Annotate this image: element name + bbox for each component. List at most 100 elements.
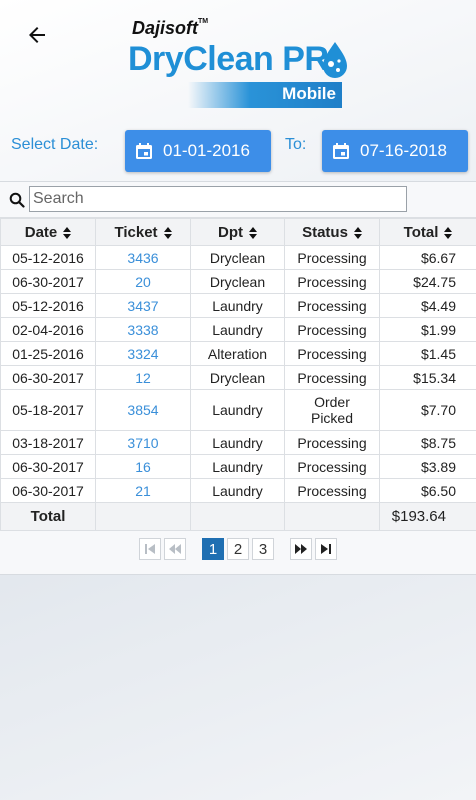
ticket-link[interactable]: 16 bbox=[95, 454, 191, 479]
next-page-button[interactable] bbox=[290, 538, 312, 560]
edition-banner: Mobile bbox=[188, 82, 342, 108]
status-cell: Processing bbox=[284, 365, 380, 390]
table-row[interactable]: 05-12-2016 3436 Dryclean Processing $6.6… bbox=[0, 245, 476, 270]
to-label: To: bbox=[285, 136, 307, 153]
select-date-label: Select Date: bbox=[11, 136, 99, 153]
ticket-link[interactable]: 20 bbox=[95, 269, 191, 294]
total-cell: $15.34 bbox=[379, 365, 476, 390]
search-bar bbox=[0, 182, 476, 218]
total-cell: $3.89 bbox=[379, 454, 476, 479]
table-row[interactable]: 06-30-2017 20 Dryclean Processing $24.75 bbox=[0, 269, 476, 294]
last-page-icon bbox=[321, 544, 331, 554]
ticket-link[interactable]: 21 bbox=[95, 478, 191, 503]
page-button-1[interactable]: 1 bbox=[202, 538, 224, 560]
page-button-2[interactable]: 2 bbox=[227, 538, 249, 560]
back-button[interactable] bbox=[22, 20, 52, 50]
table-row[interactable]: 01-25-2016 3324 Alteration Processing $1… bbox=[0, 341, 476, 366]
edition-label: Mobile bbox=[282, 84, 336, 103]
dpt-cell: Laundry bbox=[190, 293, 285, 318]
ticket-link[interactable]: 3854 bbox=[95, 389, 191, 431]
dpt-cell: Laundry bbox=[190, 478, 285, 503]
dpt-cell: Laundry bbox=[190, 317, 285, 342]
app-logo: DajisoftTM DryClean PR Mobile bbox=[128, 18, 358, 110]
sort-icon bbox=[353, 226, 362, 239]
date-cell: 05-12-2016 bbox=[0, 293, 96, 318]
pagination: 1 2 3 bbox=[0, 534, 476, 564]
footer-empty-cell bbox=[190, 502, 285, 531]
to-date-button[interactable]: 07-16-2018 bbox=[322, 130, 468, 172]
previous-page-button[interactable] bbox=[164, 538, 186, 560]
first-page-icon bbox=[145, 544, 155, 554]
ticket-link[interactable]: 3338 bbox=[95, 317, 191, 342]
column-header-status[interactable]: Status bbox=[284, 218, 380, 246]
column-header-label: Status bbox=[302, 223, 348, 241]
table-row[interactable]: 03-18-2017 3710 Laundry Processing $8.75 bbox=[0, 430, 476, 455]
dpt-cell: Laundry bbox=[190, 389, 285, 431]
status-cell: Processing bbox=[284, 478, 380, 503]
rewind-icon bbox=[169, 544, 181, 554]
tickets-panel: Date Ticket Dpt Status Total 05-12-2016 … bbox=[0, 181, 476, 575]
column-header-label: Ticket bbox=[114, 223, 158, 241]
from-date-value: 01-01-2016 bbox=[163, 141, 250, 160]
date-cell: 05-18-2017 bbox=[0, 389, 96, 431]
sort-icon bbox=[444, 226, 453, 239]
table-row[interactable]: 02-04-2016 3338 Laundry Processing $1.99 bbox=[0, 317, 476, 342]
status-line: Picked bbox=[310, 410, 354, 426]
ticket-link[interactable]: 3437 bbox=[95, 293, 191, 318]
status-cell: Order Picked bbox=[284, 389, 380, 431]
to-date-value: 07-16-2018 bbox=[360, 141, 447, 160]
ticket-link[interactable]: 3436 bbox=[95, 245, 191, 270]
status-line: Order bbox=[314, 394, 350, 410]
status-cell: Processing bbox=[284, 293, 380, 318]
date-cell: 02-04-2016 bbox=[0, 317, 96, 342]
table-row[interactable]: 05-18-2017 3854 Laundry Order Picked $7.7… bbox=[0, 389, 476, 431]
date-cell: 01-25-2016 bbox=[0, 341, 96, 366]
status-cell: Processing bbox=[284, 430, 380, 455]
dpt-cell: Dryclean bbox=[190, 245, 285, 270]
column-header-label: Dpt bbox=[218, 223, 243, 241]
total-cell: $7.70 bbox=[379, 389, 476, 431]
dpt-cell: Alteration bbox=[190, 341, 285, 366]
last-page-button[interactable] bbox=[315, 538, 337, 560]
product-name: DryClean PR bbox=[128, 40, 329, 78]
total-cell: $8.75 bbox=[379, 430, 476, 455]
ticket-link[interactable]: 12 bbox=[95, 365, 191, 390]
status-cell: Processing bbox=[284, 341, 380, 366]
from-date-button[interactable]: 01-01-2016 bbox=[125, 130, 271, 172]
ticket-link[interactable]: 3710 bbox=[95, 430, 191, 455]
date-cell: 03-18-2017 bbox=[0, 430, 96, 455]
status-cell: Processing bbox=[284, 317, 380, 342]
column-header-total[interactable]: Total bbox=[379, 218, 476, 246]
search-input[interactable] bbox=[29, 186, 407, 212]
sort-icon bbox=[163, 226, 172, 239]
ticket-link[interactable]: 3324 bbox=[95, 341, 191, 366]
dpt-cell: Dryclean bbox=[190, 365, 285, 390]
sort-icon bbox=[249, 226, 257, 239]
column-header-date[interactable]: Date bbox=[0, 218, 96, 246]
total-cell: $4.49 bbox=[379, 293, 476, 318]
table-row[interactable]: 06-30-2017 12 Dryclean Processing $15.34 bbox=[0, 365, 476, 390]
dpt-cell: Laundry bbox=[190, 430, 285, 455]
footer-label: Total bbox=[0, 502, 96, 531]
page-button-3[interactable]: 3 bbox=[252, 538, 274, 560]
table-header-row: Date Ticket Dpt Status Total bbox=[0, 218, 476, 246]
column-header-ticket[interactable]: Ticket bbox=[95, 218, 191, 246]
first-page-button[interactable] bbox=[139, 538, 161, 560]
date-cell: 06-30-2017 bbox=[0, 478, 96, 503]
date-filter: Select Date: 01-01-2016 To: 07-16-2018 bbox=[0, 128, 476, 172]
table-footer-row: Total $193.64 bbox=[0, 502, 476, 531]
date-cell: 05-12-2016 bbox=[0, 245, 96, 270]
table-row[interactable]: 06-30-2017 21 Laundry Processing $6.50 bbox=[0, 478, 476, 503]
table-row[interactable]: 05-12-2016 3437 Laundry Processing $4.49 bbox=[0, 293, 476, 318]
tickets-table: Date Ticket Dpt Status Total 05-12-2016 … bbox=[0, 218, 476, 531]
total-cell: $6.67 bbox=[379, 245, 476, 270]
search-icon bbox=[9, 192, 25, 208]
column-header-dpt[interactable]: Dpt bbox=[190, 218, 285, 246]
calendar-icon bbox=[333, 143, 349, 159]
table-row[interactable]: 06-30-2017 16 Laundry Processing $3.89 bbox=[0, 454, 476, 479]
dpt-cell: Dryclean bbox=[190, 269, 285, 294]
status-cell: Processing bbox=[284, 454, 380, 479]
total-cell: $1.99 bbox=[379, 317, 476, 342]
grand-total: $193.64 bbox=[379, 502, 476, 531]
status-cell: Processing bbox=[284, 245, 380, 270]
